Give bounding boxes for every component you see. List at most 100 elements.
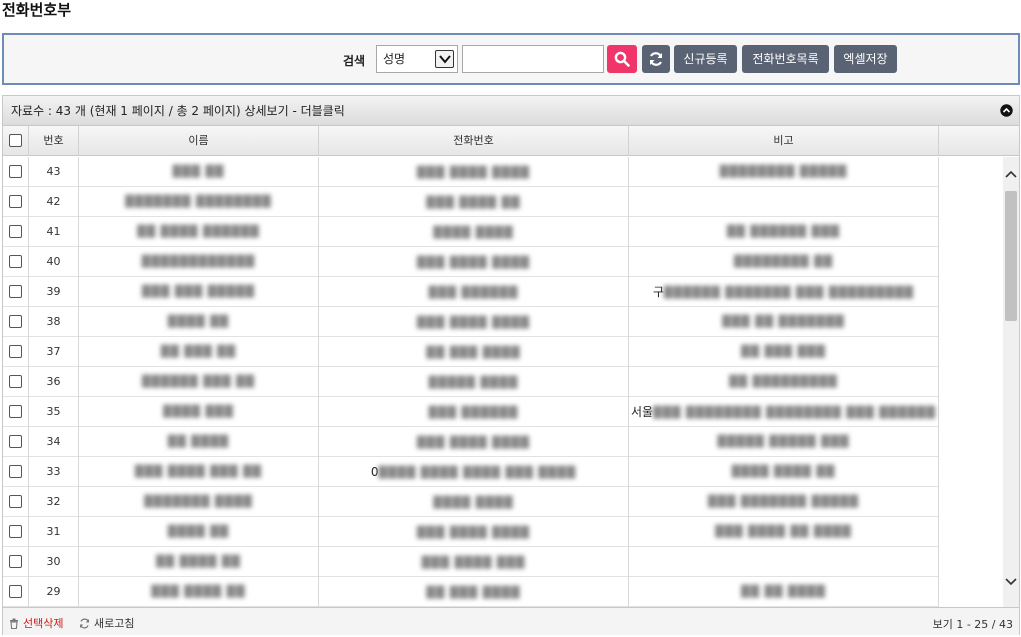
table-row[interactable]: 36 ██████ ███ ██ █████ ████ ██ █████████ — [3, 367, 939, 397]
row-name: ███ ████ ██ — [79, 577, 319, 607]
row-phone-text: ███ ████ ████ — [416, 256, 531, 269]
phone-list-button[interactable]: 전화번호목록 — [742, 45, 829, 73]
row-note-text: █████ █████ ███ — [717, 435, 850, 448]
row-note-text: ██ ██ ████ — [741, 585, 826, 598]
row-note — [629, 547, 939, 577]
select-all-checkbox[interactable] — [9, 134, 22, 147]
refresh-grid-button[interactable]: 새로고침 — [79, 615, 134, 631]
scroll-thumb[interactable] — [1005, 191, 1017, 321]
row-checkbox[interactable] — [9, 555, 22, 568]
row-checkbox[interactable] — [9, 165, 22, 178]
collapse-icon[interactable] — [1000, 104, 1013, 117]
row-checkbox[interactable] — [9, 255, 22, 268]
row-phone: ██ ███ ████ — [319, 337, 629, 367]
search-button[interactable] — [607, 45, 637, 73]
table-row[interactable]: 40 ████████████ ███ ████ ████ ████████ ██ — [3, 247, 939, 277]
row-checkbox[interactable] — [9, 585, 22, 598]
search-field-select[interactable]: 성명 — [376, 45, 458, 73]
row-name: ██ ████ ██████ — [79, 217, 319, 247]
table-row[interactable]: 29 ███ ████ ██ ██ ███ ████ ██ ██ ████ — [3, 577, 939, 607]
table-row[interactable]: 38 ████ ██ ███ ████ ████ ███ ██ ███████ — [3, 307, 939, 337]
row-checkbox[interactable] — [9, 465, 22, 478]
row-name-text: ██████ ███ ██ — [141, 375, 256, 388]
row-checkbox[interactable] — [9, 495, 22, 508]
scroll-up-icon[interactable] — [1004, 169, 1018, 179]
table-row[interactable]: 30 ██ ████ ██ ███ ████ ███ — [3, 547, 939, 577]
row-checkbox[interactable] — [9, 315, 22, 328]
table-row[interactable]: 39 ███ ███ █████ ███ ██████ 구██████ ███████… — [3, 277, 939, 307]
row-name-text: ████ ██ — [167, 315, 230, 328]
row-phone-text: ██ ███ ████ — [426, 586, 521, 599]
row-checkbox[interactable] — [9, 525, 22, 538]
table-row[interactable]: 32 ███████ ████ ████ ████ ███ ███████ █████ — [3, 487, 939, 517]
row-phone: ███ ████ ████ — [319, 517, 629, 547]
row-phone-text: ████ ████ — [433, 226, 514, 239]
vertical-scrollbar[interactable] — [1003, 157, 1019, 607]
row-select-cell — [3, 487, 29, 517]
grid-body: 43 ███ ██ ███ ████ ████ ████████ █████ 42 ███… — [3, 157, 1005, 607]
row-name-text: ███████ ████ — [144, 495, 253, 508]
table-row[interactable]: 43 ███ ██ ███ ████ ████ ████████ █████ — [3, 157, 939, 187]
table-row[interactable]: 34 ██ ████ ███ ████ ████ █████ █████ ███ — [3, 427, 939, 457]
row-phone-text: ████ ████ ████ ███ ████ — [378, 466, 577, 479]
row-select-cell — [3, 367, 29, 397]
row-phone-text: ███ ████ ████ — [416, 166, 531, 179]
reload-button[interactable] — [642, 45, 670, 73]
row-name: ██ ████ — [79, 427, 319, 457]
row-phone: ███ ██████ — [319, 397, 629, 427]
row-checkbox[interactable] — [9, 405, 22, 418]
row-number: 33 — [29, 457, 79, 487]
row-name: ████████████ — [79, 247, 319, 277]
row-checkbox[interactable] — [9, 225, 22, 238]
chevron-down-icon[interactable] — [435, 50, 454, 68]
row-note-prefix: 서울 — [631, 405, 654, 419]
table-row[interactable]: 35 ████ ███ ███ ██████ 서울███ ████████ █████… — [3, 397, 939, 427]
delete-selected-button[interactable]: 선택삭제 — [9, 615, 63, 631]
table-row[interactable]: 37 ██ ███ ██ ██ ███ ████ ██ ███ ███ — [3, 337, 939, 367]
row-number: 38 — [29, 307, 79, 337]
row-number: 40 — [29, 247, 79, 277]
row-checkbox[interactable] — [9, 345, 22, 358]
row-note: ██ ███ ███ — [629, 337, 939, 367]
header-number[interactable]: 번호 — [29, 126, 79, 156]
row-phone-text: ██ ███ ████ — [426, 346, 521, 359]
row-name: ███████ ████████ — [79, 187, 319, 217]
table-row[interactable]: 42 ███████ ████████ ███ ████ ██ — [3, 187, 939, 217]
row-note: ████████ ██ — [629, 247, 939, 277]
scroll-down-icon[interactable] — [1004, 577, 1018, 587]
row-note: █████ █████ ███ — [629, 427, 939, 457]
row-name-text: ███ ████ ██ — [151, 585, 246, 598]
row-phone: █████ ████ — [319, 367, 629, 397]
row-name-text: ██ ████ ██ — [156, 555, 241, 568]
header-note[interactable]: 비고 — [629, 126, 939, 156]
row-note: 구██████ ███████ ███ █████████ — [629, 277, 939, 307]
row-name-text: ██ ███ ██ — [160, 345, 237, 358]
row-note-text: ███ ████ ██ ████ — [715, 525, 852, 538]
row-number: 29 — [29, 577, 79, 607]
row-number: 43 — [29, 157, 79, 187]
header-phone[interactable]: 전화번호 — [319, 126, 629, 156]
row-number: 32 — [29, 487, 79, 517]
table-row[interactable]: 33 ███ ████ ███ ██ 0████ ████ ████ ███ ███… — [3, 457, 939, 487]
row-checkbox[interactable] — [9, 435, 22, 448]
row-name: ████ ██ — [79, 307, 319, 337]
row-checkbox[interactable] — [9, 285, 22, 298]
row-checkbox[interactable] — [9, 195, 22, 208]
row-select-cell — [3, 187, 29, 217]
row-phone-text: ███ ████ ██ — [426, 196, 521, 209]
row-note-text: ███ ███████ █████ — [708, 495, 859, 508]
row-name-text: ████ ██ — [167, 525, 230, 538]
row-number: 39 — [29, 277, 79, 307]
excel-save-button[interactable]: 엑셀저장 — [834, 45, 897, 73]
row-name-text: ██ ████ ██████ — [137, 225, 260, 238]
page-title: 전화번호부 — [2, 1, 72, 19]
row-checkbox[interactable] — [9, 375, 22, 388]
header-name[interactable]: 이름 — [79, 126, 319, 156]
row-select-cell — [3, 217, 29, 247]
row-select-cell — [3, 277, 29, 307]
table-row[interactable]: 41 ██ ████ ██████ ████ ████ ██ ██████ ███ — [3, 217, 939, 247]
table-row[interactable]: 31 ████ ██ ███ ████ ████ ███ ████ ██ ████ — [3, 517, 939, 547]
search-input[interactable] — [462, 45, 604, 73]
new-entry-button[interactable]: 신규등록 — [674, 45, 737, 73]
row-phone: ███ ████ ██ — [319, 187, 629, 217]
